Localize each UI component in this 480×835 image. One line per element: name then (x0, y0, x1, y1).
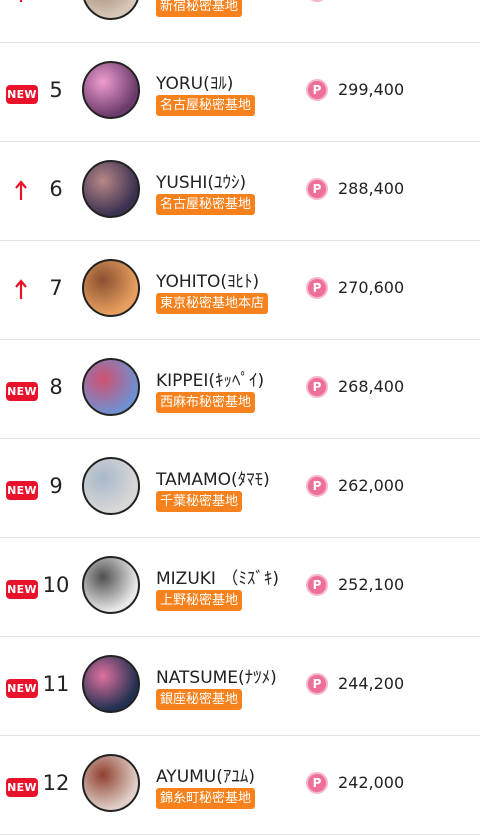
ranking-row[interactable]: 6 YUSHI(ﾕｳｼ) 名古屋秘密基地 P 288,400 (0, 142, 480, 241)
ranking-row[interactable]: 7 YOHITO(ﾖﾋﾄ) 東京秘密基地本店 P 270,600 (0, 241, 480, 340)
points-value: 262,000 (338, 476, 405, 495)
rank-number: 8 (49, 375, 63, 399)
shop-badge: 千葉秘密基地 (156, 491, 243, 512)
new-badge: NEW (6, 778, 38, 797)
avatar[interactable] (82, 259, 140, 317)
rank-number: 4 (40, 0, 72, 3)
ranking-row[interactable]: NEW 8 KIPPEI(ｷｯﾍﾟｲ) 西麻布秘密基地 P 268,400 (0, 340, 480, 439)
rank-up-arrow-icon (15, 279, 27, 299)
cast-name[interactable]: NATSUME(ﾅﾂﾒ) (156, 663, 277, 688)
rank-number: 9 (49, 474, 63, 498)
new-badge: NEW (6, 382, 38, 401)
avatar[interactable] (82, 160, 140, 218)
rank-number: 5 (49, 78, 63, 102)
points-icon: P (306, 772, 328, 794)
cast-name[interactable]: YOHITO(ﾖﾋﾄ) (156, 267, 259, 292)
cast-name[interactable]: AYUMU(ｱﾕﾑ) (156, 762, 255, 787)
shop-badge: 錦糸町秘密基地 (156, 788, 256, 809)
points-icon: P (306, 475, 328, 497)
points-icon: P (306, 277, 328, 299)
rank-number: 6 (49, 177, 63, 201)
points-icon: P (306, 673, 328, 695)
points-value: 252,100 (338, 575, 405, 594)
rank-up-arrow-icon (15, 180, 27, 200)
new-badge: NEW (6, 580, 38, 599)
ranking-row[interactable]: NEW 11 NATSUME(ﾅﾂﾒ) 銀座秘密基地 P 244,200 (0, 637, 480, 736)
new-badge: NEW (6, 481, 38, 500)
rank-number: 11 (42, 672, 70, 696)
shop-badge: 名古屋秘密基地 (156, 194, 256, 215)
shop-badge: 西麻布秘密基地 (156, 392, 256, 413)
cast-name[interactable]: YUSHI(ﾕｳｼ) (156, 168, 246, 193)
ranking-row[interactable]: NEW 10 MIZUKI （ﾐｽﾞｷ) 上野秘密基地 P 252,100 (0, 538, 480, 637)
avatar[interactable] (82, 556, 140, 614)
new-badge: NEW (6, 679, 38, 698)
rank-up-arrow-icon (19, 0, 23, 2)
points-icon: P (306, 178, 328, 200)
points-icon: P (306, 0, 328, 2)
avatar[interactable] (82, 61, 140, 119)
points-value: 242,000 (338, 773, 405, 792)
rank-number: 7 (49, 276, 63, 300)
cast-name[interactable]: YORU(ﾖﾙ) (156, 69, 233, 94)
points-value: 288,400 (338, 179, 405, 198)
shop-badge: 新宿秘密基地 (156, 0, 243, 17)
points-value: 244,200 (338, 674, 405, 693)
shop-badge: 東京秘密基地本店 (156, 293, 269, 314)
shop-badge: 銀座秘密基地 (156, 689, 243, 710)
avatar[interactable] (82, 358, 140, 416)
cast-name[interactable]: TAMAMO(ﾀﾏﾓ) (156, 465, 270, 490)
shop-badge: 上野秘密基地 (156, 590, 243, 611)
ranking-list: 4新宿秘密基地PNEW5YORU(ﾖﾙ)名古屋秘密基地P299,4006YUSH… (0, 0, 480, 835)
points-icon: P (306, 574, 328, 596)
cast-name[interactable]: KIPPEI(ｷｯﾍﾟｲ) (156, 366, 264, 391)
ranking-row[interactable]: NEW 9 TAMAMO(ﾀﾏﾓ) 千葉秘密基地 P 262,000 (0, 439, 480, 538)
new-badge: NEW (6, 85, 38, 104)
points-icon: P (306, 79, 328, 101)
ranking-row[interactable]: NEW 5 YORU(ﾖﾙ) 名古屋秘密基地 P 299,400 (0, 43, 480, 142)
avatar[interactable] (82, 457, 140, 515)
ranking-row[interactable]: NEW 12 AYUMU(ｱﾕﾑ) 錦糸町秘密基地 P 242,000 (0, 736, 480, 835)
rank-number: 12 (42, 771, 70, 795)
avatar[interactable] (82, 754, 140, 812)
points-value: 268,400 (338, 377, 405, 396)
points-value: 299,400 (338, 80, 405, 99)
rank-number: 10 (42, 573, 70, 597)
cast-name[interactable]: MIZUKI （ﾐｽﾞｷ) (156, 564, 279, 589)
points-value: 270,600 (338, 278, 405, 297)
avatar[interactable] (82, 0, 140, 20)
shop-badge: 名古屋秘密基地 (156, 95, 256, 116)
points-icon: P (306, 376, 328, 398)
avatar[interactable] (82, 655, 140, 713)
ranking-row[interactable]: 4 新宿秘密基地 P (0, 0, 480, 43)
